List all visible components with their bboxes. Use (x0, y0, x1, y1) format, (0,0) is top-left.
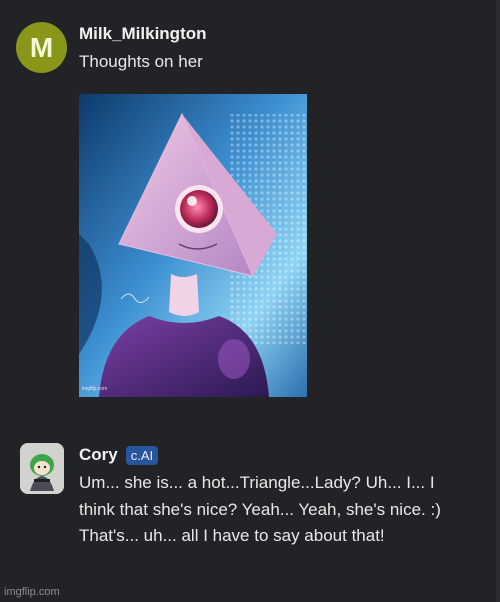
artwork-illustration (79, 94, 307, 397)
reply-message: Um... she is... a hot...Triangle...Lady?… (79, 473, 441, 545)
ai-badge: c.AI (125, 445, 159, 465)
reply-username[interactable]: Cory (79, 445, 118, 465)
avatar[interactable]: M (16, 22, 67, 73)
image-watermark: imgflip.com (82, 386, 108, 392)
chibi-character-icon (20, 443, 64, 494)
post-username[interactable]: Milk_Milkington (79, 24, 207, 44)
post-message: Thoughts on her (79, 52, 203, 71)
avatar[interactable] (20, 443, 64, 494)
scrollbar[interactable] (496, 0, 500, 602)
imgflip-watermark: imgflip.com (4, 586, 60, 598)
reply-header: Cory c.AI (79, 445, 159, 465)
post-image[interactable]: imgflip.com (79, 94, 307, 397)
